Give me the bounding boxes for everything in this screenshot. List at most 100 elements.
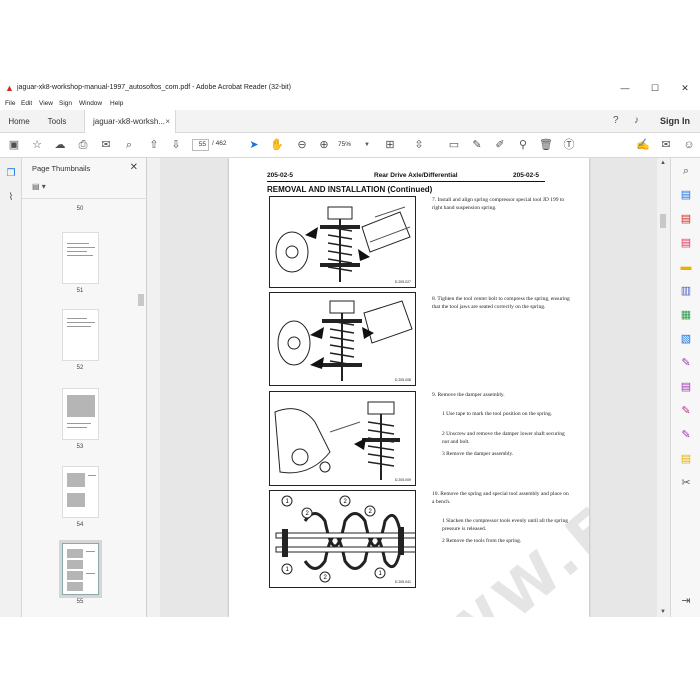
figure-tighten-center-bolt: D.205.008 — [269, 292, 416, 386]
thumbnail-options-icon[interactable]: ▤ ▾ — [32, 182, 46, 191]
search-tool-icon[interactable]: ⌕ — [679, 164, 693, 178]
page-thumbnails-icon[interactable]: ❐ — [5, 168, 17, 180]
thumb-label-53: 53 — [76, 444, 84, 450]
close-window-button[interactable]: ✕ — [670, 82, 700, 95]
thumb-label-54: 54 — [76, 522, 84, 528]
step-9: 9. Remove the damper assembly. — [432, 392, 505, 398]
page-header-right: 205-02-5 — [513, 172, 540, 179]
combine-files-icon[interactable]: ▥ — [679, 284, 693, 298]
account-icon[interactable]: ☺ — [682, 138, 696, 152]
draw-icon[interactable]: ✐ — [493, 138, 507, 152]
document-scrollbar[interactable]: ▲ ▼ — [657, 158, 670, 617]
page-down-icon[interactable]: ⇩ — [169, 138, 183, 152]
highlight-icon[interactable]: ✎ — [470, 138, 484, 152]
attachment-icon[interactable]: ⌇ — [5, 192, 17, 204]
right-tools-pane: ⌕ ▤ ▤ ▤ ▬ ▥ ▦ ▧ ✎ ▤ ✎ ✎ ▤ ✂ ⇥ — [670, 158, 700, 617]
page-total: / 462 — [212, 140, 226, 147]
menu-sign[interactable]: Sign — [59, 100, 72, 107]
menu-view[interactable]: View — [39, 100, 53, 107]
hand-tool-icon[interactable]: ✋ — [270, 138, 284, 152]
figure-code: D.205.027 — [394, 280, 411, 284]
panel-title: Page Thumbnails — [32, 164, 91, 173]
panel-close-icon[interactable]: ✕ — [130, 162, 138, 173]
zoom-select[interactable]: 75% ▼ — [338, 139, 370, 151]
create-pdf-icon[interactable]: ▤ — [679, 188, 693, 202]
comment-tool-icon[interactable]: ▬ — [679, 260, 693, 274]
send-comments-icon[interactable]: ▤ — [679, 452, 693, 466]
maximize-button[interactable]: ☐ — [640, 82, 670, 95]
page-header-center: Rear Drive Axle/Differential — [374, 172, 458, 179]
tab-document[interactable]: jaguar-xk8-worksh... × — [84, 110, 176, 133]
scroll-down-icon[interactable]: ▼ — [660, 609, 666, 615]
email-icon[interactable]: ✉ — [99, 138, 113, 152]
thumb-label-55: 55 — [76, 599, 84, 605]
bookmark-star-icon[interactable]: ☆ — [30, 138, 44, 152]
more-tools-icon[interactable]: ✂ — [679, 476, 693, 490]
step-7: 7. Install and align spring compressor s… — [432, 197, 565, 211]
menu-file[interactable]: File — [5, 100, 15, 107]
document-viewer[interactable]: 205-02-5 Rear Drive Axle/Differential 20… — [160, 158, 670, 617]
search-icon[interactable]: ⌕ — [122, 138, 136, 152]
select-cursor-icon[interactable]: ➤ — [247, 138, 261, 152]
page-thumbnails-panel: Page Thumbnails ✕ ▤ ▾ 50 51 52 53 54 55 — [22, 158, 147, 617]
delete-icon[interactable]: 🗑 — [539, 138, 553, 152]
page-up-icon[interactable]: ⇧ — [147, 138, 161, 152]
chevron-down-icon: ▼ — [364, 142, 370, 148]
figure-code: D.205.008 — [394, 378, 411, 382]
document-scroll-thumb[interactable] — [660, 214, 666, 228]
main-toolbar: ▣ ☆ ☁ ⎙ ✉ ⌕ ⇧ ⇩ 55 / 462 ➤ ✋ ⊖ ⊕ 75% ▼ ⊞ … — [0, 133, 700, 158]
tab-document-label: jaguar-xk8-worksh... — [93, 117, 166, 126]
fill-sign-icon[interactable]: ✍ — [636, 138, 650, 152]
zoom-in-icon[interactable]: ⊕ — [317, 138, 331, 152]
scroll-up-icon[interactable]: ▲ — [660, 160, 666, 166]
page-number-input[interactable]: 55 — [192, 139, 209, 151]
collapse-pane-icon[interactable]: ⇥ — [679, 594, 693, 608]
step-9-sub-1: 1 Use tape to mark the tool position on … — [442, 411, 553, 417]
step-9-sub-2: 2 Unscrew and remove the damper lower sh… — [442, 431, 565, 445]
edit-text-icon[interactable]: Ⓣ — [562, 138, 576, 152]
print-icon[interactable]: ⎙ — [76, 138, 90, 152]
thumbnail-page-55[interactable] — [62, 543, 99, 595]
thumb-label-51: 51 — [76, 288, 84, 294]
sign-in-button[interactable]: Sign In — [660, 110, 690, 133]
page-separator: / — [212, 140, 214, 147]
tab-home[interactable]: Home — [0, 110, 38, 133]
comment-icon[interactable]: ▭ — [447, 138, 461, 152]
save-icon[interactable]: ▣ — [7, 138, 21, 152]
acrobat-logo-icon: ▲ — [5, 83, 14, 93]
menu-edit[interactable]: Edit — [21, 100, 32, 107]
upload-cloud-icon[interactable]: ☁ — [53, 138, 67, 152]
scan-ocr-icon[interactable]: ▧ — [679, 332, 693, 346]
menu-help[interactable]: Help — [110, 100, 123, 107]
figure-remove-damper: D.205.009 — [269, 391, 416, 486]
menu-window[interactable]: Window — [79, 100, 102, 107]
scroll-mode-icon[interactable]: ⇳ — [412, 138, 426, 152]
export-pdf-icon[interactable]: ▤ — [679, 212, 693, 226]
zoom-out-icon[interactable]: ⊖ — [295, 138, 309, 152]
tab-tools[interactable]: Tools — [38, 110, 76, 133]
figure-code: D.205.041 — [394, 580, 411, 584]
acrobat-window: ▲ jaguar-xk8-workshop-manual-1997_autoso… — [0, 80, 700, 617]
figure-spring-compressor-install: D.205.027 — [269, 196, 416, 288]
share-email-icon[interactable]: ✉ — [659, 138, 673, 152]
protect-icon[interactable]: ✎ — [679, 404, 693, 418]
thumbnail-page-52[interactable] — [62, 309, 99, 361]
stamp-icon[interactable]: ⚲ — [516, 138, 530, 152]
thumbnail-page-51[interactable] — [62, 232, 99, 284]
figure-remove-spring-tool: 1 2 2 1 2 1 2 D.205.041 — [269, 490, 416, 588]
request-signature-icon[interactable]: ▤ — [679, 380, 693, 394]
tab-close-icon[interactable]: × — [165, 110, 170, 133]
edit-pdf-icon[interactable]: ▤ — [679, 236, 693, 250]
thumbnails-scroll-thumb[interactable] — [138, 294, 144, 306]
thumbnails-scrollbar[interactable] — [137, 199, 145, 611]
fill-sign-tool-icon[interactable]: ✎ — [679, 356, 693, 370]
organize-pages-icon[interactable]: ▦ — [679, 308, 693, 322]
prepare-form-icon[interactable]: ✎ — [679, 428, 693, 442]
fit-page-icon[interactable]: ⊞ — [383, 138, 397, 152]
thumbnail-page-54[interactable] — [62, 466, 99, 518]
help-icon[interactable]: ? — [613, 115, 619, 126]
thumbnail-page-53[interactable] — [62, 388, 99, 440]
minimize-button[interactable]: — — [610, 82, 640, 95]
notifications-bell-icon[interactable]: ♪ — [634, 115, 639, 126]
left-nav-rail: ❐ ⌇ — [0, 158, 22, 617]
